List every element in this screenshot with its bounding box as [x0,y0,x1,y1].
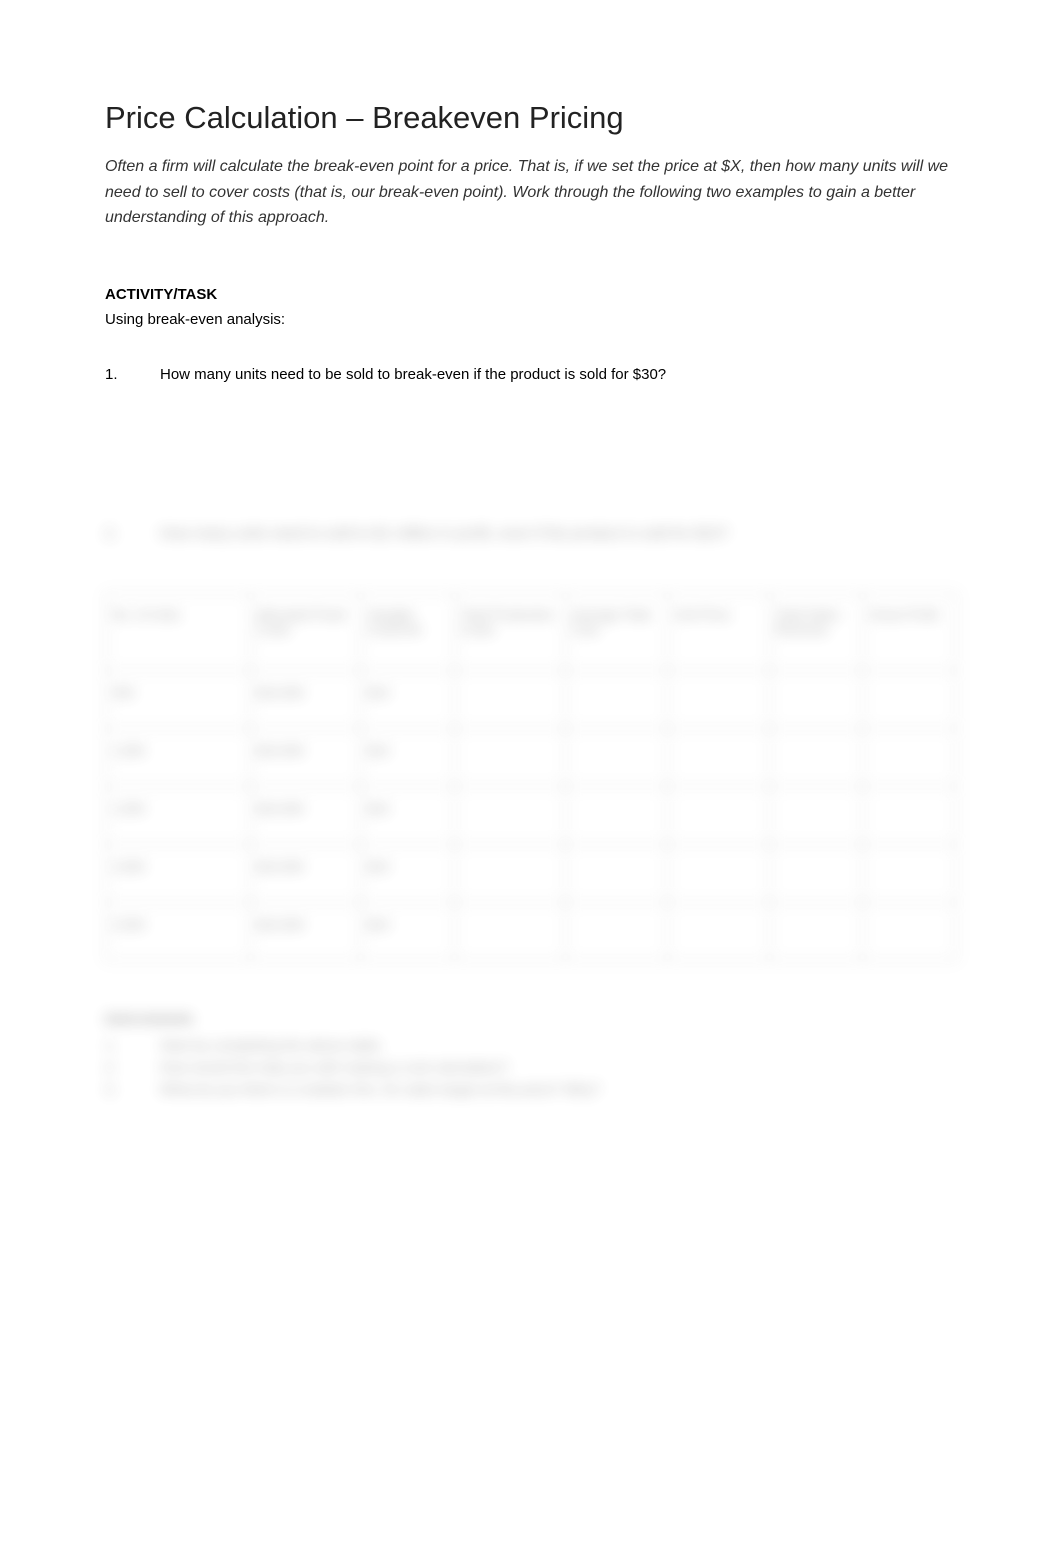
question-number: 1. [105,366,160,383]
table-cell: $10 [361,670,455,728]
table-cell [863,844,957,902]
table-row: 2,500$10,000$10 [106,902,957,960]
table-cell: $10 [361,844,455,902]
table-cell [454,728,565,786]
discussion-section: DISCUSSION 1.Start by completing the abo… [105,1011,957,1097]
table-cell [863,728,957,786]
table-cell [565,844,667,902]
table-cell: 2,500 [106,902,251,960]
intro-paragraph: Often a firm will calculate the break-ev… [105,154,957,231]
table-header: No. of Units [106,592,251,670]
page-title: Price Calculation – Breakeven Pricing [105,100,957,136]
discussion-item: 3.What do you think is a realistic firm,… [105,1081,957,1097]
table-cell [769,786,863,844]
table-cell: 1,500 [106,786,251,844]
blurred-content: 2. How many units need to sold to $1 mil… [105,525,957,1097]
table-row: 500$10,000$10 [106,670,957,728]
table-cell [454,786,565,844]
table-cell: $10,000 [250,844,361,902]
table-header: Variable Cost/Unit [361,592,455,670]
discussion-number: 3. [105,1081,160,1097]
activity-instruction: Using break-even analysis: [105,311,957,328]
table-cell [667,902,769,960]
table-header: Unit Price [667,592,769,670]
activity-heading: ACTIVITY/TASK [105,286,957,303]
table-cell [769,670,863,728]
table-cell [667,728,769,786]
table-cell [565,728,667,786]
table-cell [769,902,863,960]
table-header: Average Total Cost [565,592,667,670]
discussion-heading: DISCUSSION [105,1011,957,1027]
table-cell [863,902,957,960]
table-cell [565,670,667,728]
table-cell: 2,000 [106,844,251,902]
table-row: 1,000$10,000$10 [106,728,957,786]
question-text: How many units need to be sold to break-… [160,366,957,383]
table-cell: $10 [361,786,455,844]
table-cell: 1,000 [106,728,251,786]
data-table: No. of Units Allocated Fixed Costs Varia… [105,592,957,961]
discussion-item: 2.How would this help you with making a … [105,1059,957,1075]
table-row: 1,500$10,000$10 [106,786,957,844]
table-cell [454,670,565,728]
table-header: Gross Profit [863,592,957,670]
table-header: Total Sales Revenue [769,592,863,670]
discussion-number: 1. [105,1037,160,1053]
table-cell [565,902,667,960]
table-cell: $10,000 [250,902,361,960]
table-cell [667,844,769,902]
table-cell: 500 [106,670,251,728]
table-cell: $10 [361,902,455,960]
table-cell: $10 [361,728,455,786]
table-cell: $10,000 [250,786,361,844]
table-cell [769,728,863,786]
table-cell [863,786,957,844]
table-cell [454,902,565,960]
discussion-text: How would this help you with making a co… [160,1059,508,1075]
table-cell [667,670,769,728]
table-cell [565,786,667,844]
discussion-text: What do you think is a realistic firm, f… [160,1081,600,1097]
discussion-text: Start by completing the above table. [160,1037,383,1053]
table-cell: $10,000 [250,670,361,728]
table-row: 2,000$10,000$10 [106,844,957,902]
table-cell: $10,000 [250,728,361,786]
discussion-number: 2. [105,1059,160,1075]
table-header-row: No. of Units Allocated Fixed Costs Varia… [106,592,957,670]
question-item: 2. How many units need to sold to $1 mil… [105,525,957,542]
discussion-item: 1.Start by completing the above table. [105,1037,957,1053]
table-cell [454,844,565,902]
question-text: How many units need to sold to $1 millio… [160,525,957,542]
table-header: Total Production Costs [454,592,565,670]
table-cell [667,786,769,844]
question-number: 2. [105,525,160,542]
table-cell [769,844,863,902]
table-header: Allocated Fixed Costs [250,592,361,670]
question-item: 1. How many units need to be sold to bre… [105,366,957,383]
table-cell [863,670,957,728]
